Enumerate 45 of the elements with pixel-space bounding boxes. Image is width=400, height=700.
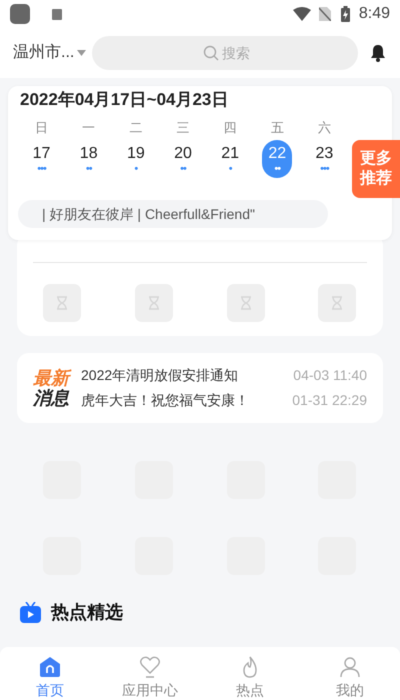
tab-item[interactable]: 我的 (300, 647, 400, 700)
no-sim-icon (318, 7, 331, 21)
news-headline[interactable]: 2022年清明放假安排通知 (81, 365, 238, 386)
weekday-label: 四 (224, 119, 237, 137)
location-selector[interactable]: 温州市... (13, 41, 74, 65)
hourglass-icon (240, 296, 252, 310)
news-label: 消息 (33, 388, 69, 408)
date-cell[interactable]: 23 ••• (309, 140, 340, 178)
search-field[interactable]: 搜索 (92, 36, 358, 70)
hourglass-icon (331, 296, 344, 310)
tab-item[interactable]: 热点 (200, 647, 300, 700)
tv-play-icon (20, 602, 41, 623)
date-cell[interactable]: 19 • (120, 140, 151, 178)
tab-item[interactable]: 应用中心 (100, 647, 200, 700)
weekday-label: 二 (129, 119, 142, 137)
home-icon (39, 656, 61, 678)
date-cell[interactable]: 21 • (215, 140, 246, 178)
weekday-label: 六 (318, 119, 331, 137)
weekday-label: 三 (176, 119, 190, 137)
status-time: 8:49 (358, 4, 390, 24)
section-title: 热点精选 (51, 601, 123, 624)
battery-icon (340, 6, 350, 22)
news-time: 04-03 11:40 (293, 366, 367, 385)
app-icon (10, 4, 30, 24)
search-icon (203, 45, 220, 61)
weekday-label: 日 (35, 119, 48, 137)
dropdown-caret-icon[interactable] (77, 50, 86, 56)
notification-bell-icon[interactable] (370, 44, 386, 62)
tab-item[interactable]: 首页 (0, 647, 100, 700)
news-headline[interactable]: 虎年大吉！祝您福气安康！ (81, 390, 249, 411)
news-label: 最新 (33, 368, 69, 388)
announcement-ticker: | 好朋友在彼岸 | Cheerfull&Friend" (18, 200, 328, 228)
hourglass-icon (148, 296, 160, 310)
news-time: 01-31 22:29 (292, 391, 367, 410)
weekday-label: 五 (270, 119, 284, 137)
wifi-icon (292, 7, 311, 21)
weekday-label: 一 (82, 119, 96, 137)
date-cell[interactable]: 17 ••• (26, 140, 57, 178)
date-cell[interactable]: 18 •• (74, 140, 104, 178)
hourglass-icon (56, 296, 68, 310)
keyboard-icon (52, 8, 62, 20)
person-icon (339, 656, 361, 678)
date-cell[interactable]: 20 •• (168, 140, 198, 178)
heart-icon (139, 656, 161, 678)
week-range-title: 2022年04月17日~04月23日 (19, 89, 230, 111)
